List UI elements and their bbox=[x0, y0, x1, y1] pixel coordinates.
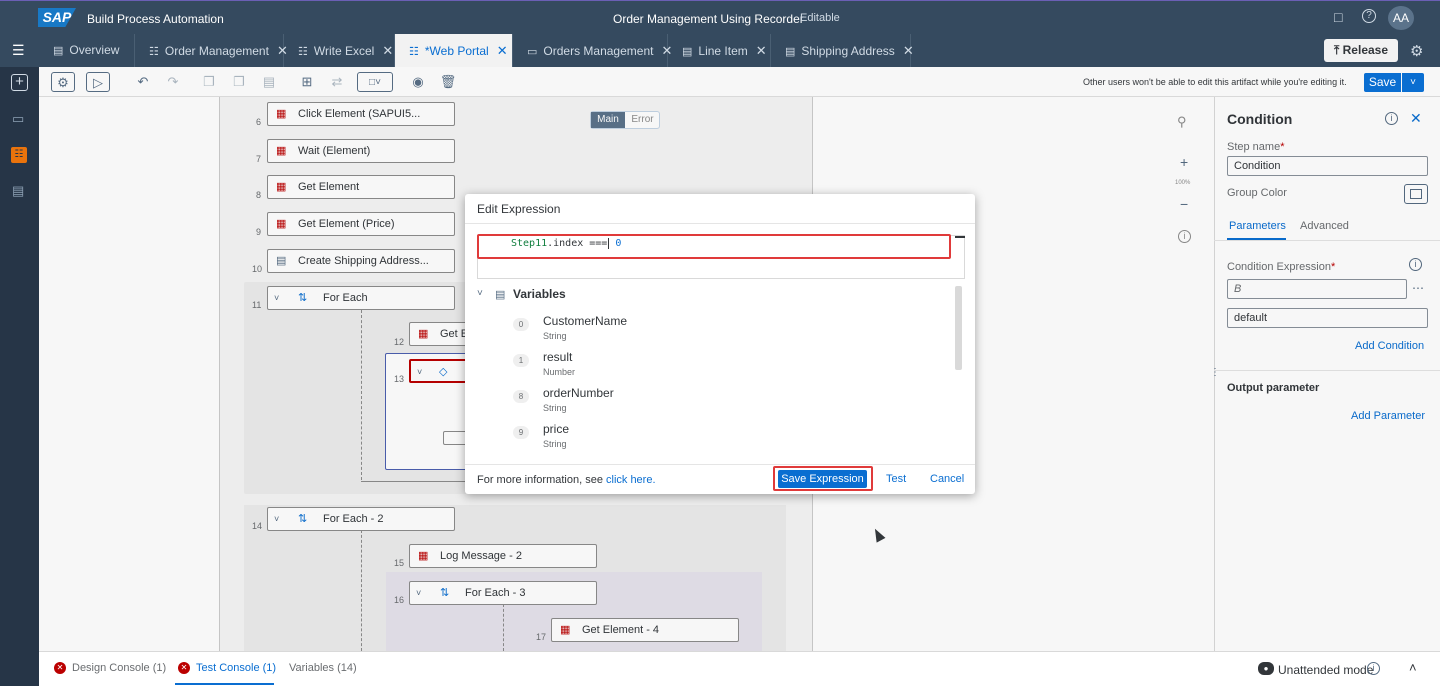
close-icon[interactable]: ✕ bbox=[756, 34, 767, 67]
avatar[interactable]: AA bbox=[1388, 6, 1414, 30]
variables-label: Variables bbox=[513, 287, 566, 301]
design-console-tab[interactable]: Design Console (1) bbox=[72, 662, 166, 674]
group-color-dropdown[interactable]: □˅ bbox=[357, 72, 393, 92]
variable-index: 1 bbox=[513, 354, 529, 367]
edit-status: Editable bbox=[800, 12, 840, 24]
delete-icon[interactable]: 🗑 bbox=[436, 72, 460, 92]
process-icon: ☷ bbox=[149, 46, 159, 58]
screen-icon: ▭ bbox=[527, 46, 538, 58]
debug-icon[interactable]: ⚙ bbox=[51, 72, 75, 92]
bot-icon: ● bbox=[1258, 662, 1274, 675]
save-expression-button[interactable]: Save Expression bbox=[778, 470, 867, 488]
variable-type: String bbox=[543, 439, 567, 449]
variable-type: String bbox=[543, 403, 567, 413]
active-tab-indicator bbox=[175, 683, 274, 685]
console-bar: ✕ Design Console (1) ✕ Test Console (1) … bbox=[39, 651, 1440, 686]
list-icon[interactable]: ▤ bbox=[12, 183, 24, 199]
variables-icon: ▤ bbox=[495, 289, 506, 301]
info-text: For more information, see click here. bbox=[477, 474, 656, 486]
copy-icon[interactable]: ❐ bbox=[197, 72, 221, 92]
help-icon[interactable]: ? bbox=[1362, 9, 1376, 23]
undo-icon[interactable]: ↶ bbox=[131, 72, 155, 92]
tab-line-item[interactable]: ▤ Line Item ✕ bbox=[668, 34, 771, 67]
cancel-button[interactable]: Cancel bbox=[930, 473, 964, 485]
chevron-up-icon[interactable]: ˄ bbox=[1409, 660, 1417, 675]
tab-order-management[interactable]: ☷ Order Management ✕ bbox=[135, 34, 288, 67]
test-button[interactable]: Test bbox=[886, 473, 906, 485]
shell-header: SAP Build Process Automation Order Manag… bbox=[0, 0, 1440, 34]
chevron-down-icon[interactable]: ˅ bbox=[477, 288, 483, 299]
left-navigation: + ▭ ☷ ▤ bbox=[0, 67, 39, 686]
error-icon: ✕ bbox=[54, 662, 66, 674]
duplicate-icon[interactable]: ❐ bbox=[227, 72, 251, 92]
project-title: Order Management Using Recorder bbox=[613, 12, 804, 26]
info-icon[interactable]: i bbox=[1367, 662, 1380, 675]
tab-overview[interactable]: ▤ Overview bbox=[39, 34, 135, 67]
variable-index: 8 bbox=[513, 390, 529, 403]
error-icon: ✕ bbox=[178, 662, 190, 674]
variable-type: String bbox=[543, 331, 567, 341]
variable-type: Number bbox=[543, 367, 576, 377]
save-button[interactable]: Save bbox=[1364, 73, 1401, 92]
menu-icon[interactable]: ☰ bbox=[12, 43, 26, 57]
screen-icon[interactable]: ▭ bbox=[12, 111, 24, 127]
feedback-icon[interactable]: □ bbox=[1334, 9, 1342, 25]
release-button[interactable]: ⤒ Release bbox=[1324, 39, 1398, 62]
test-console-tab[interactable]: Test Console (1) bbox=[196, 662, 276, 674]
sap-logo: SAP bbox=[38, 8, 76, 27]
editor-toolbar: ⚙ ▷ ↶ ↷ ❐ ❐ ▤ ⊞ ⇄ □˅ ◉ 🗑 Other users won… bbox=[39, 67, 1440, 97]
unattended-mode-label: Unattended mode bbox=[1278, 663, 1374, 677]
variable-name: orderNumber bbox=[543, 386, 614, 400]
document-icon: ▤ bbox=[53, 45, 64, 57]
dialog-title: Edit Expression bbox=[477, 202, 561, 216]
close-icon[interactable]: ✕ bbox=[903, 34, 914, 67]
add-icon[interactable]: + bbox=[11, 74, 28, 91]
help-link[interactable]: click here. bbox=[606, 474, 656, 486]
process-icon: ☷ bbox=[298, 46, 308, 58]
run-icon[interactable]: ▷ bbox=[86, 72, 110, 92]
variable-index: 9 bbox=[513, 426, 529, 439]
scrollbar[interactable] bbox=[955, 236, 965, 238]
upload-icon: ⤒ bbox=[1333, 43, 1340, 57]
editing-notice: Other users won't be able to edit this a… bbox=[1083, 77, 1347, 87]
move-icon[interactable]: ⇄ bbox=[325, 72, 349, 92]
tab-orders-management[interactable]: ▭ Orders Management ✕ bbox=[513, 34, 672, 67]
tab-write-excel[interactable]: ☷ Write Excel ✕ bbox=[284, 34, 395, 67]
add-step-icon[interactable]: ⊞ bbox=[295, 72, 319, 92]
list-icon: ▤ bbox=[785, 46, 796, 58]
divider bbox=[465, 223, 975, 224]
paste-icon[interactable]: ▤ bbox=[257, 72, 281, 92]
variables-scrollbar[interactable] bbox=[955, 286, 962, 370]
tab-shipping-address[interactable]: ▤ Shipping Address ✕ bbox=[771, 34, 914, 67]
variable-name: result bbox=[543, 350, 573, 364]
edit-expression-dialog: Edit Expression Step11.index === 0 ˅ ▤ V… bbox=[465, 194, 975, 494]
process-icon: ☷ bbox=[409, 46, 419, 58]
process-icon[interactable]: ☷ bbox=[11, 147, 27, 163]
settings-icon[interactable]: ⚙ bbox=[1410, 42, 1423, 60]
redo-icon[interactable]: ↷ bbox=[161, 72, 185, 92]
hide-icon[interactable]: ◉ bbox=[406, 72, 430, 92]
variable-name: price bbox=[543, 422, 570, 436]
close-icon[interactable]: ✕ bbox=[382, 34, 393, 67]
tab-web-portal[interactable]: ☷ *Web Portal ✕ bbox=[395, 34, 513, 67]
save-options-icon[interactable]: ˅ bbox=[1402, 73, 1424, 92]
app-name: Build Process Automation bbox=[87, 12, 224, 26]
expression-text[interactable]: Step11.index === 0 bbox=[511, 238, 621, 249]
list-icon: ▤ bbox=[682, 46, 693, 58]
variables-tab[interactable]: Variables (14) bbox=[289, 662, 357, 674]
tab-bar: ☰ ▤ Overview ☷ Order Management ✕ ☷ Write Ex… bbox=[0, 34, 1440, 67]
variable-name: CustomerName bbox=[543, 314, 628, 328]
close-icon[interactable]: ✕ bbox=[497, 34, 508, 67]
variable-index: 0 bbox=[513, 318, 529, 331]
divider bbox=[465, 464, 975, 465]
